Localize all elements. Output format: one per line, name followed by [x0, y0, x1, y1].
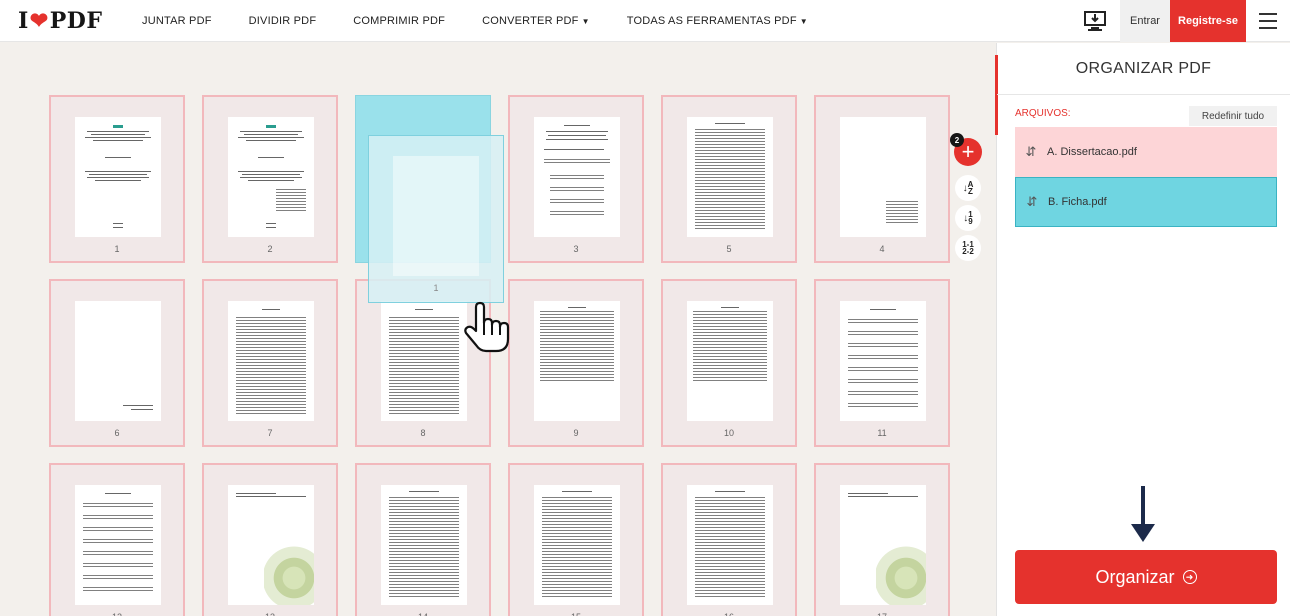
- page-thumbnail: [75, 301, 161, 421]
- arrow-right-circle-icon: ➜: [1182, 570, 1197, 584]
- page-thumbnail: [687, 117, 773, 237]
- top-header: I ❤ PDF JUNTAR PDF DIVIDIR PDF COMPRIMIR…: [0, 0, 1290, 42]
- nav-comprimir-pdf[interactable]: COMPRIMIR PDF: [353, 15, 445, 27]
- page-number: 11: [877, 428, 887, 438]
- page-workspace: 1235467891011121314151617 1 + 2 ↓AZ ↓19 …: [0, 43, 996, 616]
- page-card[interactable]: 4: [814, 95, 950, 263]
- nav-todas-ferramentas[interactable]: TODAS AS FERRAMENTAS PDF ▼: [627, 15, 808, 27]
- organize-label: Organizar: [1095, 566, 1175, 587]
- page-card[interactable]: 16: [661, 463, 797, 616]
- page-number: 8: [420, 428, 426, 438]
- files-label: ARQUIVOS:: [1015, 108, 1071, 119]
- page-number: 4: [879, 244, 885, 254]
- page-card[interactable]: 2: [202, 95, 338, 263]
- logo-text-right: PDF: [49, 8, 103, 34]
- nav-dividir-pdf[interactable]: DIVIDIR PDF: [249, 15, 317, 27]
- file-count-badge: 2: [950, 133, 964, 147]
- page-thumbnail: [381, 485, 467, 605]
- page-number: 6: [114, 428, 120, 438]
- page-number: 17: [816, 612, 948, 616]
- page-card[interactable]: 6: [49, 279, 185, 447]
- page-card[interactable]: 17: [814, 463, 950, 616]
- desktop-download-icon[interactable]: [1083, 10, 1107, 32]
- reset-all-button[interactable]: Redefinir tudo: [1189, 106, 1277, 126]
- page-card[interactable]: 1: [49, 95, 185, 263]
- page-number: 7: [267, 428, 273, 438]
- nav-converter-pdf[interactable]: CONVERTER PDF ▼: [482, 15, 590, 27]
- sort-alpha-icon[interactable]: ↓ A Z: [955, 175, 981, 201]
- organize-panel: ORGANIZAR PDF ARQUIVOS: Redefinir tudo ⇵…: [995, 43, 1290, 616]
- page-number: 16: [663, 612, 795, 616]
- page-number: 1: [114, 244, 120, 254]
- page-thumbnail: [534, 485, 620, 605]
- drag-handle-icon[interactable]: ⇵: [1015, 144, 1047, 160]
- page-thumbnail: [228, 485, 314, 605]
- page-thumbnail: [534, 301, 620, 421]
- page-card[interactable]: 13: [202, 463, 338, 616]
- signup-button[interactable]: Registre-se: [1170, 0, 1246, 42]
- nav-juntar-pdf[interactable]: JUNTAR PDF: [142, 15, 212, 27]
- ilovepdf-logo[interactable]: I ❤ PDF: [18, 7, 102, 35]
- drag-handle-icon[interactable]: ⇵: [1016, 194, 1048, 210]
- organize-button[interactable]: Organizar ➜: [1015, 550, 1277, 604]
- panel-title: ORGANIZAR PDF: [997, 43, 1290, 95]
- page-number: 14: [357, 612, 489, 616]
- page-number: 1: [433, 283, 439, 293]
- page-thumbnail: [228, 301, 314, 421]
- page-number: 15: [510, 612, 642, 616]
- page-card[interactable]: 15: [508, 463, 644, 616]
- file-item-b[interactable]: ⇵ B. Ficha.pdf: [1015, 177, 1277, 227]
- arrow-down-icon: [1131, 486, 1155, 542]
- collate-icon[interactable]: 1-1 2-2: [955, 235, 981, 261]
- main-nav: JUNTAR PDF DIVIDIR PDF COMPRIMIR PDF CON…: [142, 0, 845, 42]
- page-thumbnail: [75, 117, 161, 237]
- page-card[interactable]: 5: [661, 95, 797, 263]
- page-card[interactable]: 11: [814, 279, 950, 447]
- heart-icon: ❤: [29, 8, 49, 34]
- page-thumbnail: [840, 117, 926, 237]
- page-thumbnail: [228, 117, 314, 237]
- page-number: 10: [723, 428, 734, 438]
- file-name: B. Ficha.pdf: [1048, 196, 1107, 208]
- logo-text-left: I: [18, 8, 29, 34]
- file-item-a[interactable]: ⇵ A. Dissertacao.pdf: [1015, 127, 1277, 177]
- page-card[interactable]: 10: [661, 279, 797, 447]
- hamburger-menu-icon[interactable]: [1259, 13, 1277, 29]
- page-card[interactable]: 7: [202, 279, 338, 447]
- flower-image: [876, 545, 926, 605]
- page-number: 13: [204, 612, 336, 616]
- dragged-page[interactable]: 1: [368, 135, 504, 303]
- caret-down-icon: ▼: [581, 17, 590, 26]
- page-card[interactable]: 3: [508, 95, 644, 263]
- page-thumbnail: [75, 485, 161, 605]
- page-thumbnail: [381, 301, 467, 421]
- hand-cursor-icon: [464, 301, 510, 353]
- page-thumbnail: [840, 301, 926, 421]
- page-thumbnail: [534, 117, 620, 237]
- sort-numeric-icon[interactable]: ↓ 1 9: [955, 205, 981, 231]
- flower-image: [264, 545, 314, 605]
- page-number: 9: [573, 428, 579, 438]
- page-number: 5: [726, 244, 732, 254]
- page-number: 2: [267, 244, 273, 254]
- page-thumbnail: [840, 485, 926, 605]
- file-name: A. Dissertacao.pdf: [1047, 146, 1137, 158]
- page-card[interactable]: 9: [508, 279, 644, 447]
- page-thumbnail: [687, 301, 773, 421]
- page-card[interactable]: 14: [355, 463, 491, 616]
- page-thumbnail: [687, 485, 773, 605]
- caret-down-icon: ▼: [799, 17, 808, 26]
- page-card[interactable]: 12: [49, 463, 185, 616]
- page-number: 12: [51, 612, 183, 616]
- page-thumbnail: [393, 156, 479, 276]
- login-button[interactable]: Entrar: [1120, 0, 1170, 42]
- page-number: 3: [573, 244, 579, 254]
